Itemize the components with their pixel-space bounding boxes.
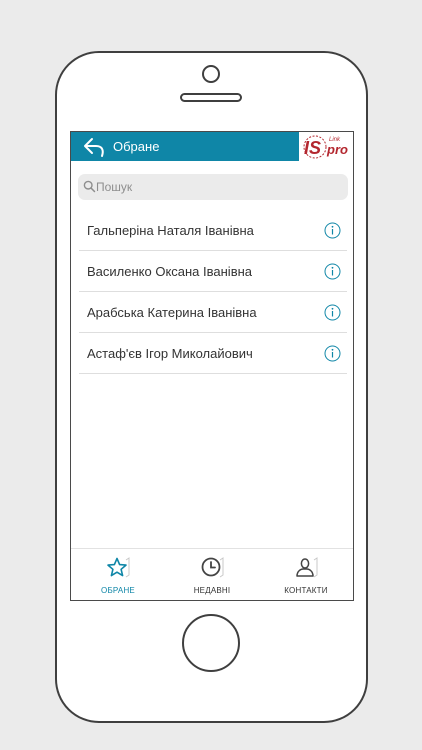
clock-icon — [201, 557, 224, 578]
search-bar[interactable] — [78, 174, 348, 200]
search-icon — [83, 180, 96, 193]
phone-home-button[interactable] — [182, 614, 240, 672]
tab-bar: ОБРАНЕ НЕДАВНІ КОНТАКТИ — [71, 548, 353, 600]
info-icon[interactable] — [324, 222, 341, 239]
tab-recent[interactable]: НЕДАВНІ — [165, 549, 259, 600]
contact-name: Астаф'єв Ігор Миколайович — [87, 346, 253, 361]
person-icon — [296, 557, 318, 578]
tab-label: ОБРАНЕ — [101, 586, 135, 595]
tab-label: КОНТАКТИ — [284, 586, 328, 595]
contact-name: Гальперіна Наталя Іванівна — [87, 223, 254, 238]
list-item[interactable]: Гальперіна Наталя Іванівна — [79, 210, 347, 251]
list-item[interactable]: Астаф'єв Ігор Миколайович — [79, 333, 347, 374]
star-icon — [107, 557, 130, 578]
info-icon[interactable] — [324, 263, 341, 280]
contact-name: Василенко Оксана Іванівна — [87, 264, 253, 279]
logo-is-text: IS — [304, 138, 321, 158]
contact-name: Арабська Катерина Іванівна — [87, 305, 257, 320]
tab-favorites[interactable]: ОБРАНЕ — [71, 549, 165, 600]
page-title: Обране — [113, 139, 160, 154]
back-button[interactable] — [83, 136, 107, 158]
tab-label: НЕДАВНІ — [193, 586, 231, 595]
tab-contacts[interactable]: КОНТАКТИ — [259, 549, 353, 600]
search-input[interactable] — [96, 174, 341, 200]
list-item[interactable]: Василенко Оксана Іванівна — [79, 251, 347, 292]
back-arrow-icon — [84, 138, 104, 157]
list-item[interactable]: Арабська Катерина Іванівна — [79, 292, 347, 333]
info-icon[interactable] — [324, 304, 341, 321]
phone-camera — [202, 65, 220, 83]
favorites-list: Гальперіна Наталя Іванівна Василенко Окс… — [79, 210, 347, 374]
logo-pro-text: pro — [326, 142, 348, 157]
navigation-bar: Обране IS pro Link — [71, 132, 353, 161]
ispro-link-logo: IS pro Link — [299, 132, 353, 161]
info-icon[interactable] — [324, 345, 341, 362]
app-screen: Обране IS pro Link Гальперіна Наталя Іва… — [70, 131, 354, 601]
logo-link-text: Link — [329, 137, 341, 143]
phone-speaker — [180, 93, 242, 102]
